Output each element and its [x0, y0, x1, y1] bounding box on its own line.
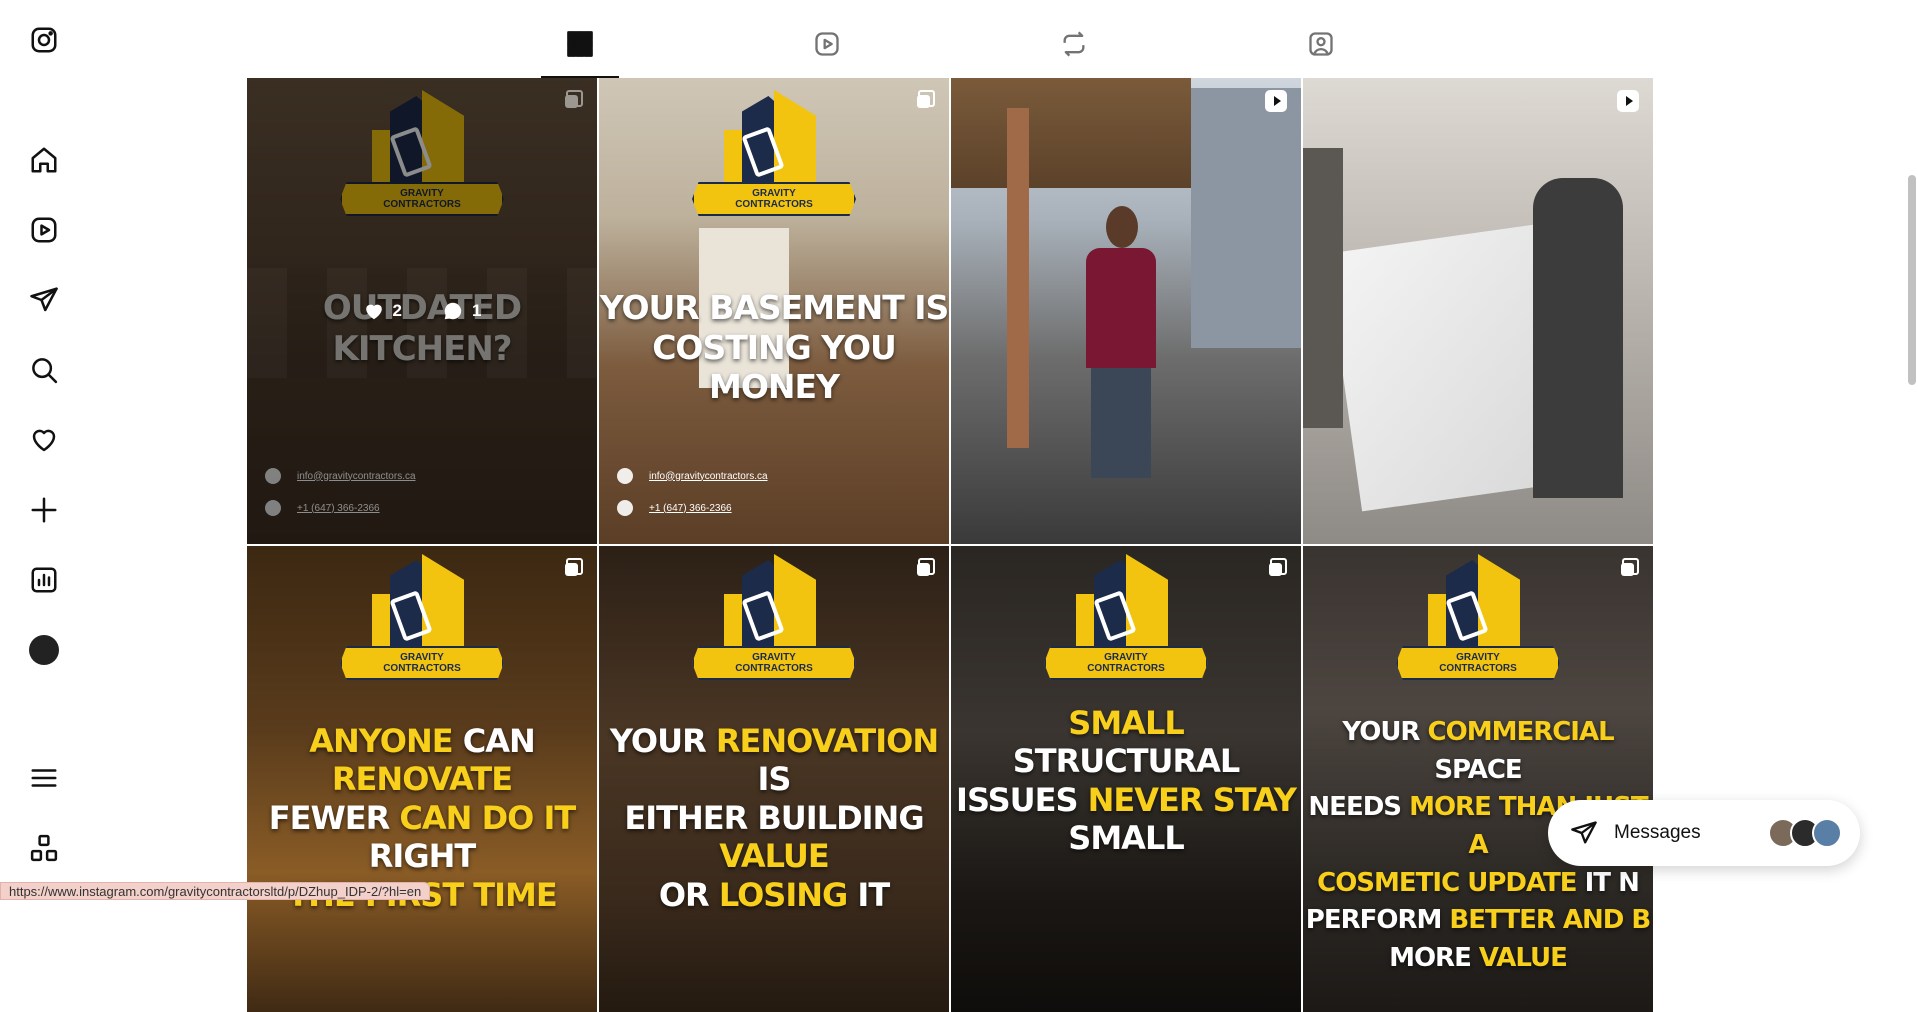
logo-text-line1: GRAVITY: [752, 188, 796, 199]
carousel-icon: [917, 558, 935, 576]
profile-tabs: [541, 20, 1401, 78]
porch-roof: [951, 78, 1191, 188]
building-logo-icon: [1066, 554, 1186, 650]
avatar: [29, 635, 59, 665]
avatar: [1812, 818, 1842, 848]
post-headline: YOUR BASEMENT IS COSTING YOU MONEY: [599, 288, 949, 407]
carousel-icon: [1269, 558, 1287, 576]
post-tile[interactable]: GRAVITY CONTRACTORS YOUR RENOVATION IS EI…: [599, 546, 949, 1012]
tagged-icon: [1309, 32, 1333, 56]
house-wall: [1191, 88, 1301, 348]
logo-text-line1: GRAVITY: [752, 652, 796, 663]
post-tile[interactable]: [951, 78, 1301, 544]
person-shirt: [1086, 248, 1156, 368]
tab-tagged[interactable]: [1282, 30, 1360, 78]
dashboard-icon[interactable]: [26, 562, 62, 598]
messages-icon[interactable]: [26, 282, 62, 318]
brand-logo: GRAVITY CONTRACTORS: [1041, 554, 1211, 680]
building-logo-icon: [362, 554, 482, 650]
hover-overlay: 2 1: [247, 78, 597, 544]
contact-phone: +1 (647) 366-2366: [617, 500, 732, 516]
menu-icon[interactable]: [26, 760, 62, 796]
worker-figure-left: [1303, 148, 1343, 428]
building-logo-icon: [1418, 554, 1538, 650]
reposts-icon: [1063, 31, 1085, 57]
home-icon[interactable]: [26, 142, 62, 178]
reels-icon[interactable]: [26, 212, 62, 248]
logo-text-line1: GRAVITY: [1456, 652, 1500, 663]
post-headline: YOUR RENOVATION IS EITHER BUILDING VALUE…: [609, 722, 939, 914]
post-tile[interactable]: GRAVITY CONTRACTORS YOUR COMMERCIAL SPACE…: [1303, 546, 1653, 1012]
carousel-icon: [1621, 558, 1639, 576]
headline-line1: YOUR BASEMENT IS: [599, 288, 949, 327]
contact-email: info@gravitycontractors.ca: [617, 468, 768, 484]
logo-text-line1: GRAVITY: [1104, 652, 1148, 663]
profile-avatar[interactable]: [26, 632, 62, 668]
messages-label: Messages: [1614, 822, 1701, 843]
notifications-icon[interactable]: [26, 422, 62, 458]
brand-logo: GRAVITY CONTRACTORS: [689, 554, 859, 680]
building-logo-icon: [714, 90, 834, 186]
search-icon[interactable]: [26, 352, 62, 388]
post-tile[interactable]: [1303, 78, 1653, 544]
likes-count: 2: [363, 300, 402, 322]
logo-text-line2: CONTRACTORS: [1439, 663, 1517, 674]
person-head: [1106, 206, 1138, 248]
carousel-icon: [917, 90, 935, 108]
post-tile[interactable]: GRAVITY CONTRACTORS ANYONE CAN RENOVATE F…: [247, 546, 597, 1012]
message-avatars: [1768, 818, 1842, 848]
posts-grid: GRAVITY CONTRACTORS OUTDATED KITCHEN? inf…: [247, 78, 1653, 1012]
post-headline: SMALL STRUCTURAL ISSUES NEVER STAY SMALL: [956, 704, 1297, 858]
messages-button[interactable]: Messages: [1548, 800, 1860, 866]
post-tile[interactable]: GRAVITY CONTRACTORS OUTDATED KITCHEN? inf…: [247, 78, 597, 544]
instagram-logo-icon[interactable]: [26, 22, 62, 58]
tab-reposts[interactable]: [1035, 30, 1113, 78]
tab-reels[interactable]: [788, 30, 866, 78]
logo-text-line2: CONTRACTORS: [735, 663, 813, 674]
brand-logo: GRAVITY CONTRACTORS: [337, 554, 507, 680]
page-scrollbar[interactable]: [1908, 175, 1916, 385]
logo-text-line2: CONTRACTORS: [1087, 663, 1165, 674]
brand-logo: GRAVITY CONTRACTORS: [1393, 554, 1563, 680]
post-tile[interactable]: GRAVITY CONTRACTORS YOUR BASEMENT IS COST…: [599, 78, 949, 544]
email-icon: [617, 468, 633, 484]
carousel-icon: [565, 90, 583, 108]
reel-icon: [1617, 90, 1639, 112]
headline-line2: COSTING YOU MONEY: [652, 327, 897, 407]
sidebar: [0, 0, 88, 900]
post-tile[interactable]: GRAVITY CONTRACTORS SMALL STRUCTURAL ISSU…: [951, 546, 1301, 1012]
carousel-icon: [565, 558, 583, 576]
brand-logo: GRAVITY CONTRACTORS: [689, 90, 859, 216]
posts-grid-icon: [567, 31, 593, 57]
comment-icon: [444, 302, 462, 320]
messages-icon: [1571, 821, 1597, 844]
reel-icon: [1265, 90, 1287, 112]
more-apps-icon[interactable]: [26, 830, 62, 866]
reels-icon: [815, 32, 839, 56]
logo-text-line2: CONTRACTORS: [735, 199, 813, 210]
comments-count: 1: [442, 300, 481, 322]
logo-text-line1: GRAVITY: [400, 652, 444, 663]
tab-posts[interactable]: [541, 30, 619, 78]
person-pants: [1091, 368, 1151, 478]
worker-figure: [1533, 178, 1623, 498]
porch-post: [1007, 108, 1029, 448]
heart-icon: [365, 304, 382, 320]
create-icon[interactable]: [26, 492, 62, 528]
logo-text-line2: CONTRACTORS: [383, 663, 461, 674]
building-logo-icon: [714, 554, 834, 650]
link-status-bar: https://www.instagram.com/gravitycontrac…: [0, 882, 431, 900]
phone-icon: [617, 500, 633, 516]
